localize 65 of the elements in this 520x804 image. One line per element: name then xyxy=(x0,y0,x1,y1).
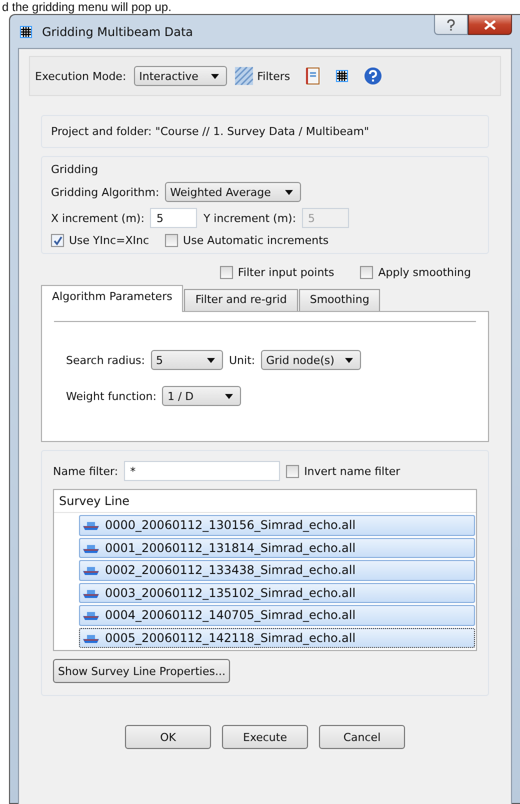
field-label: Y increment (m): xyxy=(203,212,296,224)
list-item[interactable]: 0005_20060112_142118_Simrad_echo.all xyxy=(79,628,475,648)
tab[interactable]: Smoothing xyxy=(298,289,380,311)
window-title: Gridding Multibeam Data xyxy=(42,24,194,38)
dialog-button[interactable]: Execute xyxy=(222,725,308,749)
column-header[interactable]: Survey Line xyxy=(54,490,476,513)
checkbox-label: Use Automatic increments xyxy=(183,234,329,247)
field-label: Search radius: xyxy=(66,354,145,366)
checkmark-icon xyxy=(52,236,62,246)
ship-icon xyxy=(83,610,99,620)
notepad-icon[interactable] xyxy=(306,67,320,85)
caption-text: d the gridding menu will pop up. xyxy=(2,0,172,14)
checkbox[interactable] xyxy=(360,266,374,279)
checkbox-label: Filter input points xyxy=(238,266,334,279)
field-label: Name filter: xyxy=(53,464,118,478)
show-properties-button[interactable]: Show Survey Line Properties... xyxy=(53,659,230,683)
dropdown-arrow-icon xyxy=(285,190,294,194)
field-label: Unit: xyxy=(229,354,256,366)
checkbox-label: Use YInc=XInc xyxy=(69,234,150,247)
help-icon[interactable] xyxy=(364,67,382,85)
checkbox-label: Invert name filter xyxy=(304,464,400,478)
list-item[interactable]: 0000_20060112_130156_Simrad_echo.all xyxy=(79,515,475,536)
grid-icon xyxy=(20,26,32,38)
dropdown-arrow-icon xyxy=(211,74,220,78)
ship-icon xyxy=(83,520,99,530)
list-item[interactable]: 0001_20060112_131814_Simrad_echo.all xyxy=(79,538,475,558)
close-icon xyxy=(484,20,496,30)
search-radius-dropdown[interactable]: 5 xyxy=(151,350,223,370)
group-title: Gridding xyxy=(51,163,100,176)
field-label: X increment (m): xyxy=(51,212,144,224)
checkbox-label: Apply smoothing xyxy=(378,266,471,279)
field-label: Execution Mode: xyxy=(35,70,126,82)
checkbox[interactable] xyxy=(286,464,300,478)
dialog-button[interactable]: Cancel xyxy=(319,725,405,749)
dropdown-arrow-icon xyxy=(207,358,215,362)
grid-icon[interactable] xyxy=(336,70,348,82)
tab[interactable]: Filter and re-grid xyxy=(184,289,298,311)
list-item[interactable]: 0002_20060112_133438_Simrad_echo.all xyxy=(79,560,475,580)
ship-icon xyxy=(83,565,99,576)
filters-button[interactable]: Filters xyxy=(235,67,290,85)
checkbox[interactable] xyxy=(51,234,64,247)
ship-icon xyxy=(83,542,99,553)
dropdown-arrow-icon xyxy=(345,358,354,362)
ship-icon xyxy=(83,588,99,598)
hatched-square-icon xyxy=(235,67,254,85)
unit-dropdown[interactable]: Grid node(s) xyxy=(261,350,362,370)
dialog-button[interactable]: OK xyxy=(125,725,211,749)
question-mark-icon xyxy=(446,18,456,30)
help-button[interactable] xyxy=(434,15,468,35)
gridding-algorithm-dropdown[interactable]: Weighted Average xyxy=(165,182,302,202)
weight-function-dropdown[interactable]: 1 / D xyxy=(162,386,242,406)
checkbox[interactable] xyxy=(165,234,178,247)
project-folder-text: Project and folder: "Course // 1. Survey Data / Multibeam" xyxy=(51,125,370,138)
x-increment-field[interactable]: 5 xyxy=(150,208,198,228)
name-filter-field[interactable]: * xyxy=(124,461,280,481)
execution-mode-dropdown[interactable]: Interactive xyxy=(134,66,228,86)
tab[interactable]: Algorithm Parameters xyxy=(41,285,184,312)
field-label: Weight function: xyxy=(66,390,156,402)
field-label: Gridding Algorithm: xyxy=(51,186,160,198)
ship-icon xyxy=(83,632,99,643)
list-item[interactable]: 0003_20060112_135102_Simrad_echo.all xyxy=(79,582,475,603)
dropdown-arrow-icon xyxy=(225,394,234,398)
checkbox[interactable] xyxy=(220,266,233,279)
list-item[interactable]: 0004_20060112_140705_Simrad_echo.all xyxy=(79,605,475,626)
close-button[interactable] xyxy=(468,15,512,35)
